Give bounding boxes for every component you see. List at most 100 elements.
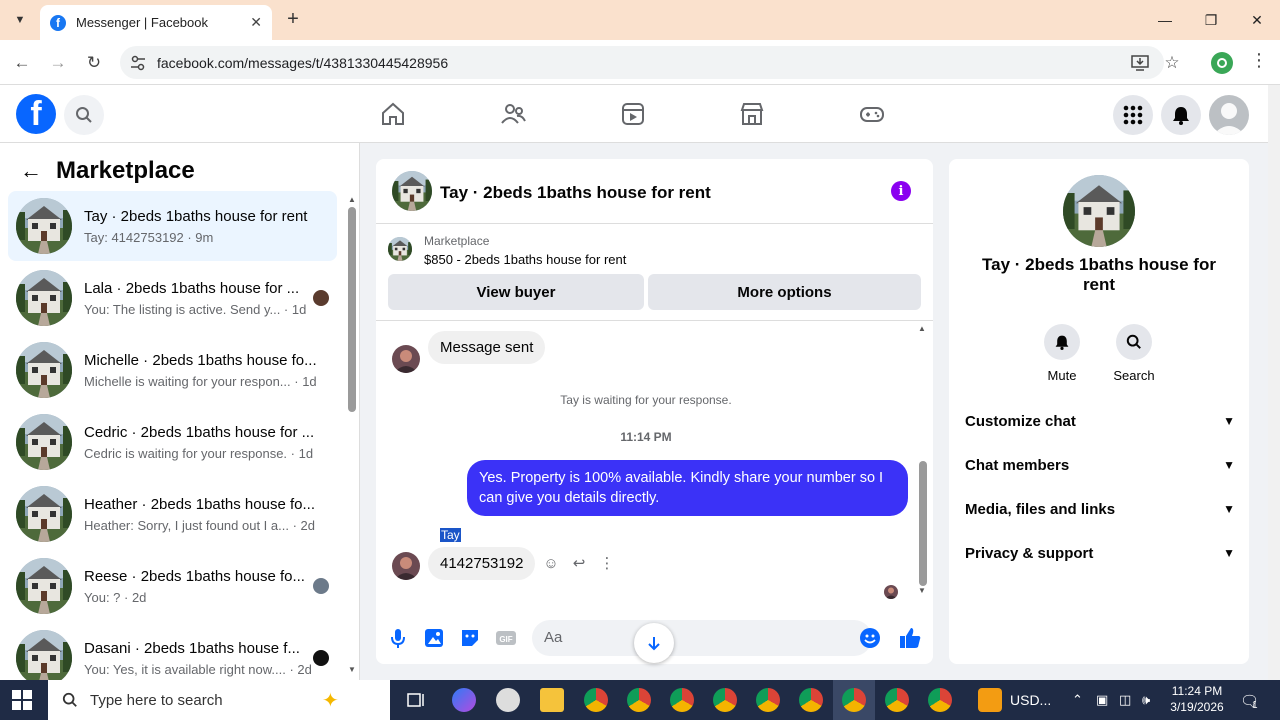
app-icon[interactable] [496,688,520,712]
conversation-item[interactable]: Dasani · 2beds 1baths house f... You: Ye… [8,623,337,680]
notifications-bell-icon[interactable] [1161,95,1201,135]
back-arrow-icon[interactable]: ← [20,158,42,184]
seen-avatar [313,650,329,666]
system-clock[interactable]: 11:24 PM 3/19/2026 [1162,683,1232,715]
taskbar-search-box[interactable]: Type here to search ✦ [48,680,390,720]
restore-icon[interactable]: ❐ [1188,0,1234,40]
forward-icon[interactable]: → [46,51,70,75]
privacy-support-section[interactable]: Privacy & support ▼ [965,541,1235,565]
chrome-icon[interactable] [627,688,651,712]
message-bubble-outgoing[interactable]: Yes. Property is 100% available. Kindly … [467,460,908,516]
conversation-item[interactable]: Lala · 2beds 1baths house for ... You: T… [8,263,337,333]
sender-avatar [392,552,420,580]
chrome-icon[interactable] [842,688,866,712]
contact-avatar[interactable] [1063,175,1135,247]
task-view-icon[interactable] [404,688,428,712]
conversation-item[interactable]: Michelle · 2beds 1baths house fo... Mich… [8,335,337,405]
listing-title[interactable]: $850 - 2beds 1baths house for rent [424,252,626,267]
conversation-item[interactable]: Heather · 2beds 1baths house fo... Heath… [8,479,337,549]
video-icon[interactable] [620,101,646,127]
message-input[interactable]: Aa [532,620,880,656]
volume-icon[interactable]: 🕪 [1142,692,1150,708]
file-explorer-icon[interactable] [540,688,564,712]
new-tab-icon[interactable]: + [282,8,304,30]
network-icon[interactable]: ◫ [1119,692,1131,708]
more-actions-icon[interactable]: ⋮ [598,554,616,572]
chrome-icon[interactable] [885,688,909,712]
more-options-button[interactable]: More options [648,274,921,310]
reply-icon[interactable]: ↩ [570,554,588,572]
menu-grid-icon[interactable] [1113,95,1153,135]
friends-icon[interactable] [500,101,526,127]
back-icon[interactable]: ← [10,51,34,75]
home-icon[interactable] [380,101,406,127]
chrome-icon[interactable] [584,688,608,712]
extension-icon[interactable] [1211,52,1233,74]
tab-search-chevron-icon[interactable]: ▼ [8,9,32,31]
like-thumbs-up-icon[interactable] [898,626,922,650]
chat-avatar[interactable] [392,171,432,211]
facebook-logo-icon[interactable]: f [16,94,56,134]
chrome-icon[interactable] [670,688,694,712]
facebook-top-nav: f [0,85,1268,143]
media-files-links-section[interactable]: Media, files and links ▼ [965,497,1235,521]
windows-start-icon[interactable] [12,690,32,710]
conversation-preview: You: Yes, it is available right now.... … [84,661,312,677]
omnibox[interactable]: facebook.com/messages/t/4381330445428956 [120,46,1164,79]
clock-time: 11:24 PM [1171,684,1223,698]
device-icon[interactable]: ▣ [1096,692,1108,708]
chrome-icon[interactable] [799,688,823,712]
tray-chevron-icon[interactable]: ⌃ [1072,692,1083,708]
sticker-icon[interactable] [458,626,482,650]
site-settings-icon[interactable] [128,53,148,73]
message-bubble-incoming[interactable]: 4142753192 [428,547,536,580]
conversation-item[interactable]: Cedric · 2beds 1baths house for ... Cedr… [8,407,337,477]
browser-menu-icon[interactable]: ⋮ [1250,50,1268,71]
react-emoji-icon[interactable]: ☺ [542,554,560,572]
search-highlight-icon: ✦ [322,690,339,712]
chrome-icon[interactable] [756,688,780,712]
conversation-item[interactable]: Reese · 2beds 1baths house fo... You: ? … [8,551,337,621]
install-app-icon[interactable] [1130,53,1150,73]
minimize-icon[interactable]: — [1142,0,1188,40]
search-in-chat-button[interactable]: Search [1104,324,1164,383]
currency-widget-icon[interactable] [978,688,1002,712]
browser-tab[interactable]: f Messenger | Facebook ✕ [40,5,272,40]
page-scrollbar[interactable] [1268,85,1280,680]
svg-text:GIF: GIF [499,635,512,644]
conversation-list-scrollbar[interactable]: ▲ ▼ [347,195,357,675]
scroll-to-bottom-button[interactable] [634,623,674,663]
marketplace-icon[interactable] [739,101,765,127]
clock-date: 3/19/2026 [1170,700,1224,714]
chat-members-section[interactable]: Chat members ▼ [965,453,1235,477]
chevron-down-icon: ▼ [1223,458,1235,472]
message-bubble-incoming[interactable]: Message sent [428,331,546,364]
reload-icon[interactable]: ↻ [82,51,106,75]
gif-icon[interactable]: GIF [494,626,518,650]
taskbar-search-placeholder: Type here to search [90,691,223,709]
microphone-icon[interactable] [386,626,410,650]
read-receipt-avatar [884,585,898,599]
gaming-icon[interactable] [859,101,885,127]
close-window-icon[interactable]: ✕ [1234,0,1280,40]
emoji-icon[interactable] [860,628,880,648]
info-icon[interactable]: i [891,181,911,201]
mute-button[interactable]: Mute [1032,324,1092,383]
facebook-search-icon[interactable] [64,95,104,135]
seen-avatar [313,290,329,306]
chat-title[interactable]: Tay · 2beds 1baths house for rent [440,183,711,203]
chat-scrollbar[interactable]: ▲ ▼ [916,324,930,599]
view-buyer-button[interactable]: View buyer [388,274,644,310]
chrome-icon[interactable] [928,688,952,712]
photo-icon[interactable] [422,626,446,650]
close-tab-icon[interactable]: ✕ [250,14,262,31]
conversation-item[interactable]: Tay · 2beds 1baths house for rent Tay: 4… [8,191,337,261]
bookmark-star-icon[interactable]: ☆ [1162,53,1182,73]
contact-name: Tay · 2beds 1baths house for rent [982,255,1216,294]
profile-avatar[interactable] [1209,95,1249,135]
customize-chat-section[interactable]: Customize chat ▼ [965,409,1235,433]
currency-widget-label[interactable]: USD... [1010,692,1051,708]
chrome-icon[interactable] [713,688,737,712]
copilot-icon[interactable] [452,688,476,712]
panel-title: Marketplace [56,157,195,184]
